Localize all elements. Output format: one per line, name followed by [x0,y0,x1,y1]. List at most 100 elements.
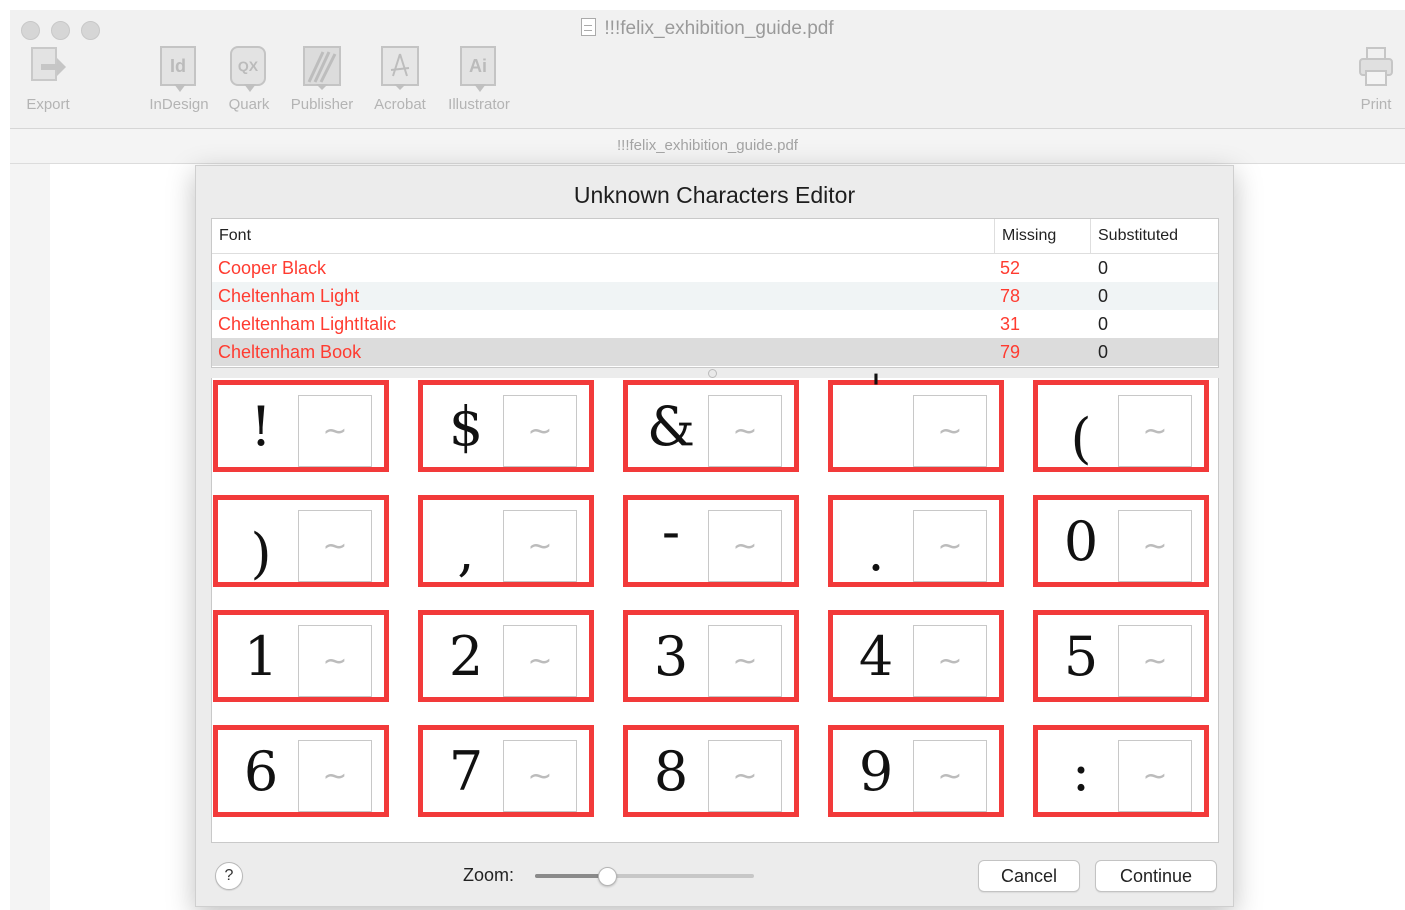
substitute-input[interactable]: ~ [1118,510,1192,582]
character-cell[interactable]: $ ~ [418,380,594,472]
substituted-count-cell: 0 [1098,342,1109,362]
missing-character-glyph: : [1071,739,1091,803]
dialog-title: Unknown Characters Editor [573,182,856,208]
missing-character-glyph: 3 [653,624,689,688]
substitute-input[interactable]: ~ [298,740,372,812]
substitute-input[interactable]: ~ [708,510,782,582]
character-cell[interactable]: 3 ~ [623,610,799,702]
substitute-input[interactable]: ~ [708,625,782,697]
font-name-cell: Cheltenham Light [218,286,360,306]
missing-character-glyph: & [646,394,696,458]
zoom-slider-fill [535,874,607,878]
document-path-bar: !!!felix_exhibition_guide.pdf [10,129,1405,164]
character-cell[interactable]: . ~ [828,495,1004,587]
acrobat-icon [381,46,419,90]
character-cell[interactable]: : ~ [1033,725,1209,817]
print-button[interactable]: Print [1350,46,1402,113]
export-button[interactable]: Export [18,46,78,113]
missing-character-glyph: 8 [653,739,689,803]
pdf-document-icon [581,18,597,36]
character-cell[interactable]: 0 ~ [1033,495,1209,587]
acrobat-button[interactable]: Acrobat [365,46,435,113]
table-row[interactable]: Cheltenham LightItalic 31 0 [212,310,1218,338]
zoom-slider[interactable] [535,867,754,886]
missing-character-glyph: 1 [243,624,279,688]
missing-character-glyph: 4 [858,624,894,688]
character-cell[interactable]: 9 ~ [828,725,1004,817]
indesign-glyph: Id [160,46,196,86]
unknown-characters-dialog: Unknown Characters Editor Font Missing S… [195,165,1234,907]
column-header-font[interactable]: Font [212,219,994,253]
substitute-input[interactable]: ~ [298,395,372,467]
table-row[interactable]: Cooper Black 52 0 [212,254,1218,282]
window-title: !!!felix_exhibition_guide.pdf [10,18,1405,40]
substitute-input[interactable]: ~ [503,510,577,582]
substituted-count-cell: 0 [1098,314,1109,334]
missing-character-glyph: 2 [448,624,484,688]
font-table: Font Missing Substituted Cooper Black 52… [211,218,1219,368]
export-icon [29,46,67,90]
character-cell[interactable]: 6 ~ [213,725,389,817]
table-row[interactable]: Cheltenham Light 78 0 [212,282,1218,310]
quark-button[interactable]: QX Quark [221,46,277,113]
substitute-input[interactable]: ~ [298,510,372,582]
column-header-substituted[interactable]: Substituted [1090,219,1216,253]
substitute-input[interactable]: ~ [913,395,987,467]
character-cell[interactable]: , ~ [418,495,594,587]
acrobat-label: Acrobat [374,96,426,113]
illustrator-glyph: Ai [460,46,496,86]
missing-character-glyph: . [867,519,885,583]
substitute-input[interactable]: ~ [298,625,372,697]
missing-character-glyph: ) [250,521,272,585]
substitute-input[interactable]: ~ [913,510,987,582]
character-cell[interactable]: 7 ~ [418,725,594,817]
quark-glyph: QX [230,46,266,86]
table-row-selected[interactable]: Cheltenham Book 79 0 [212,338,1218,366]
substitute-input[interactable]: ~ [708,740,782,812]
missing-character-glyph: 0 [1063,509,1099,573]
substitute-input[interactable]: ~ [708,395,782,467]
character-cell[interactable]: 1 ~ [213,610,389,702]
missing-count-cell: 31 [1000,314,1021,334]
substitute-input[interactable]: ~ [913,740,987,812]
window-title-text: !!!felix_exhibition_guide.pdf [604,18,834,39]
missing-character-glyph: , [457,519,475,583]
zoom-label: Zoom: [463,865,515,885]
substitute-input[interactable]: ~ [1118,740,1192,812]
continue-button[interactable]: Continue [1095,860,1217,892]
missing-count-cell: 79 [1000,342,1021,362]
split-view-handle[interactable] [708,369,717,378]
substitute-input[interactable]: ~ [1118,625,1192,697]
substituted-count-cell: 0 [1098,258,1109,278]
character-cell[interactable]: (~ [1033,380,1209,472]
export-label: Export [26,96,70,113]
quark-label: Quark [228,96,270,113]
substitute-input[interactable]: ~ [1118,395,1192,467]
substitute-input[interactable]: ~ [503,395,577,467]
illustrator-button[interactable]: Ai Illustrator [440,46,518,113]
character-cell[interactable]: 2 ~ [418,610,594,702]
character-cell[interactable]: ) ~ [213,495,389,587]
substitute-input[interactable]: ~ [913,625,987,697]
zoom-slider-knob[interactable] [598,867,617,886]
missing-character-glyph: $ [448,394,484,458]
missing-character-glyph: ( [1070,406,1092,470]
character-cell[interactable]: 5 ~ [1033,610,1209,702]
publisher-button[interactable]: Publisher [282,46,362,113]
font-name-cell: Cheltenham Book [218,342,362,362]
character-cell[interactable]: & ~ [623,380,799,472]
substitute-input[interactable]: ~ [503,625,577,697]
character-cell[interactable]: - ~ [623,495,799,587]
substituted-count-cell: 0 [1098,286,1109,306]
substitute-input[interactable]: ~ [503,740,577,812]
cancel-button[interactable]: Cancel [978,860,1080,892]
indesign-icon: Id [160,46,198,92]
indesign-button[interactable]: Id InDesign [144,46,214,113]
character-cell[interactable]: 8 ~ [623,725,799,817]
character-cell[interactable]: ! ~ [213,380,389,472]
character-cell[interactable]: 4 ~ [828,610,1004,702]
character-cell[interactable]: ' ~ [828,367,1004,472]
help-button[interactable]: ? [215,862,243,890]
column-header-missing[interactable]: Missing [994,219,1090,253]
table-header: Font Missing Substituted [212,219,1218,254]
